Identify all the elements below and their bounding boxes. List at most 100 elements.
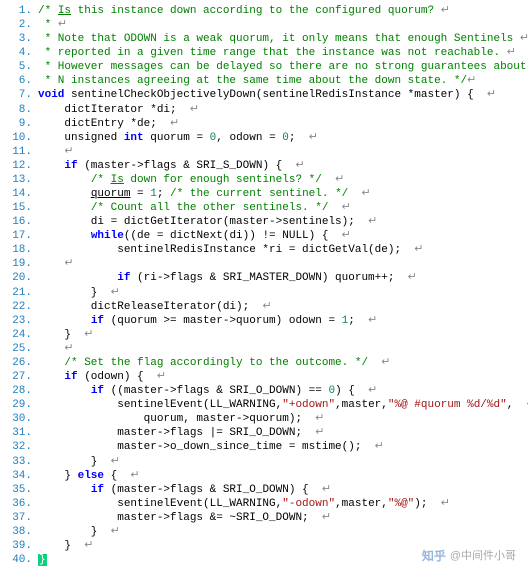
code-token: * Note that ODOWN is a weak quorum, it o… [38,33,520,45]
line-number: 8. [4,103,38,117]
code-token: ↵ [342,202,351,214]
code-token: * [38,19,58,31]
line-number: 36. [4,497,38,511]
line-number: 39. [4,539,38,553]
code-token: if [91,385,104,397]
code-token: ↵ [342,230,351,242]
code-token: { [104,470,130,482]
line-number: 6. [4,74,38,88]
code-line: 18. sentinelRedisInstance *ri = dictGetV… [4,243,524,257]
code-token: * However messages can be delayed so the… [38,61,528,73]
code-token: 0 [282,132,289,144]
code-token: master->flags &= ~SRI_O_DOWN; [38,512,322,524]
line-content: while((de = dictNext(di)) != NULL) { ↵ [38,229,351,243]
code-line: 35. if (master->flags & SRI_O_DOWN) { ↵ [4,483,524,497]
line-number: 24. [4,328,38,342]
code-token: * reported in a given time range that th… [38,47,507,59]
code-token: ↵ [84,540,93,552]
code-token: (master->flags & SRI_S_DOWN) { [78,160,296,172]
line-number: 14. [4,187,38,201]
code-token: sentinelRedisInstance *ri = dictGetVal(d… [38,244,414,256]
code-token: ↵ [262,301,271,313]
code-token: dictEntry *de; [38,118,170,130]
code-line: 15. /* Count all the other sentinels. */… [4,201,524,215]
line-content: void sentinelCheckObjectivelyDown(sentin… [38,88,496,102]
code-token: ↵ [441,498,450,510]
line-number: 21. [4,286,38,300]
line-number: 7. [4,88,38,102]
line-content: * ↵ [38,18,67,32]
line-content: } [38,553,60,567]
line-number: 19. [4,257,38,271]
code-token: } [38,329,84,341]
code-token [38,484,91,496]
code-token: ↵ [368,216,377,228]
line-number: 34. [4,469,38,483]
code-token: ↵ [520,33,528,45]
line-number: 35. [4,483,38,497]
code-token: = [130,188,150,200]
code-token: ; [348,315,368,327]
code-token [38,385,91,397]
code-token: (odown) { [78,371,157,383]
code-token: ↵ [381,357,390,369]
code-token: ↵ [315,427,324,439]
code-token: ↵ [322,484,331,496]
code-token: ↵ [58,19,67,31]
code-token: "%@ #quorum %d/%d" [388,399,507,411]
code-token: /* Count all the other sentinels. */ [91,202,329,214]
code-token: ↵ [111,456,120,468]
code-token: } [38,540,84,552]
code-token: ↵ [295,160,304,172]
line-content: if (ri->flags & SRI_MASTER_DOWN) quorum+… [38,271,417,285]
code-token: ((master->flags & SRI_O_DOWN) == [104,385,328,397]
code-token: ↵ [315,413,324,425]
code-line: 2. * ↵ [4,18,524,32]
code-token: /* [91,174,111,186]
code-line: 14. quorum = 1; /* the current sentinel.… [4,187,524,201]
line-content: /* Is this instance down according to th… [38,4,450,18]
code-line: 8. dictIterator *di; ↵ [4,103,524,117]
line-content: sentinelRedisInstance *ri = dictGetVal(d… [38,243,423,257]
code-token: "%@" [388,498,414,510]
code-token: else [78,470,104,482]
code-line: 28. if ((master->flags & SRI_O_DOWN) == … [4,384,524,398]
code-token: "+odown" [282,399,335,411]
code-token: ; [289,132,309,144]
code-token: } [38,287,111,299]
line-content: * N instances agreeing at the same time … [38,74,476,88]
code-token: int [124,132,144,144]
line-content: } ↵ [38,286,120,300]
line-content: if (quorum >= master->quorum) odown = 1;… [38,314,377,328]
code-line: 16. di = dictGetIterator(master->sentine… [4,215,524,229]
line-content: * However messages can be delayed so the… [38,60,528,74]
line-content: if (master->flags & SRI_O_DOWN) { ↵ [38,483,331,497]
code-token: ) { [335,385,368,397]
code-token [368,357,381,369]
line-content: quorum = 1; /* the current sentinel. */ … [38,187,371,201]
code-line: 31. master->flags |= SRI_O_DOWN; ↵ [4,426,524,440]
line-content: * reported in a given time range that th… [38,46,516,60]
line-content: } ↵ [38,539,93,553]
line-number: 11. [4,145,38,159]
line-number: 20. [4,271,38,285]
code-token: ↵ [190,104,199,116]
code-token: (quorum >= master->quorum) odown = [104,315,342,327]
code-token: master->flags |= SRI_O_DOWN; [38,427,315,439]
line-content: di = dictGetIterator(master->sentinels);… [38,215,377,229]
code-token: ,master, [335,498,388,510]
code-line: 25. ↵ [4,342,524,356]
code-token: Is [58,5,71,17]
code-token: while [91,230,124,242]
code-line: 33. } ↵ [4,455,524,469]
code-line: 27. if (odown) { ↵ [4,370,524,384]
line-content: dictIterator *di; ↵ [38,103,199,117]
code-line: 38. } ↵ [4,525,524,539]
line-content: if (odown) { ↵ [38,370,166,384]
line-number: 1. [4,4,38,18]
code-token [38,202,91,214]
code-line: 23. if (quorum >= master->quorum) odown … [4,314,524,328]
line-content: sentinelEvent(LL_WARNING,"-odown",master… [38,497,450,511]
code-line: 34. } else { ↵ [4,469,524,483]
code-token: ↵ [467,75,476,87]
